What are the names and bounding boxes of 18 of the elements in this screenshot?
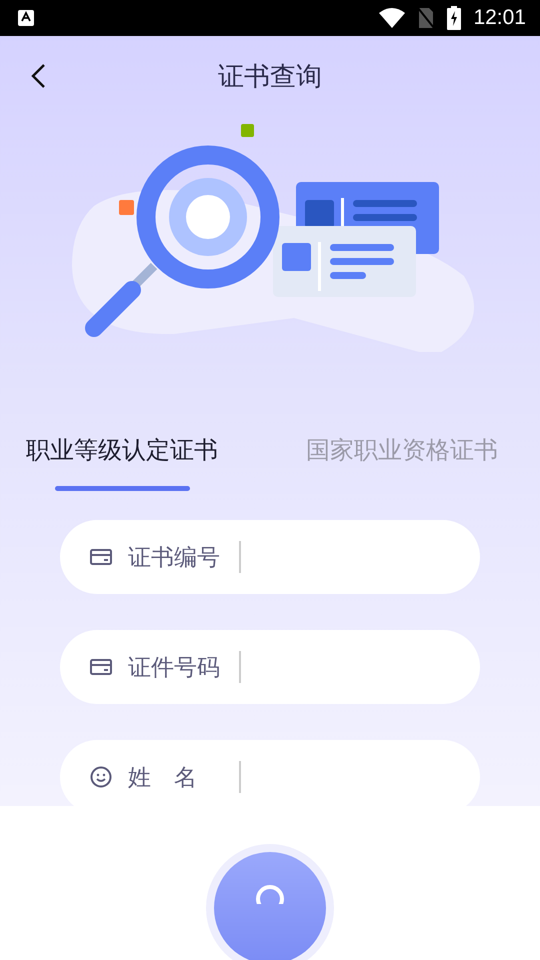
- tab[interactable]: 职业等级认定证书: [26, 434, 218, 466]
- card-icon: [90, 549, 112, 565]
- page-title: 证书查询: [218, 60, 322, 94]
- battery-charging-icon: [447, 6, 462, 30]
- search-icon: [255, 884, 285, 904]
- keyboard-icon: [18, 10, 34, 26]
- search-button[interactable]: [214, 852, 326, 960]
- no-sim-icon: [417, 7, 436, 29]
- card-icon: [90, 659, 112, 675]
- input-field[interactable]: 证书编号: [60, 520, 480, 594]
- clock-time: 12:01: [473, 6, 526, 30]
- field-label: 姓 名: [128, 764, 198, 792]
- back-icon[interactable]: [30, 63, 46, 89]
- field-label: 证书编号: [128, 544, 221, 572]
- field-label: 证件号码: [128, 654, 221, 682]
- smiley-icon: [90, 766, 112, 788]
- input-field[interactable]: 证件号码: [60, 630, 480, 704]
- wifi-icon: [379, 8, 406, 28]
